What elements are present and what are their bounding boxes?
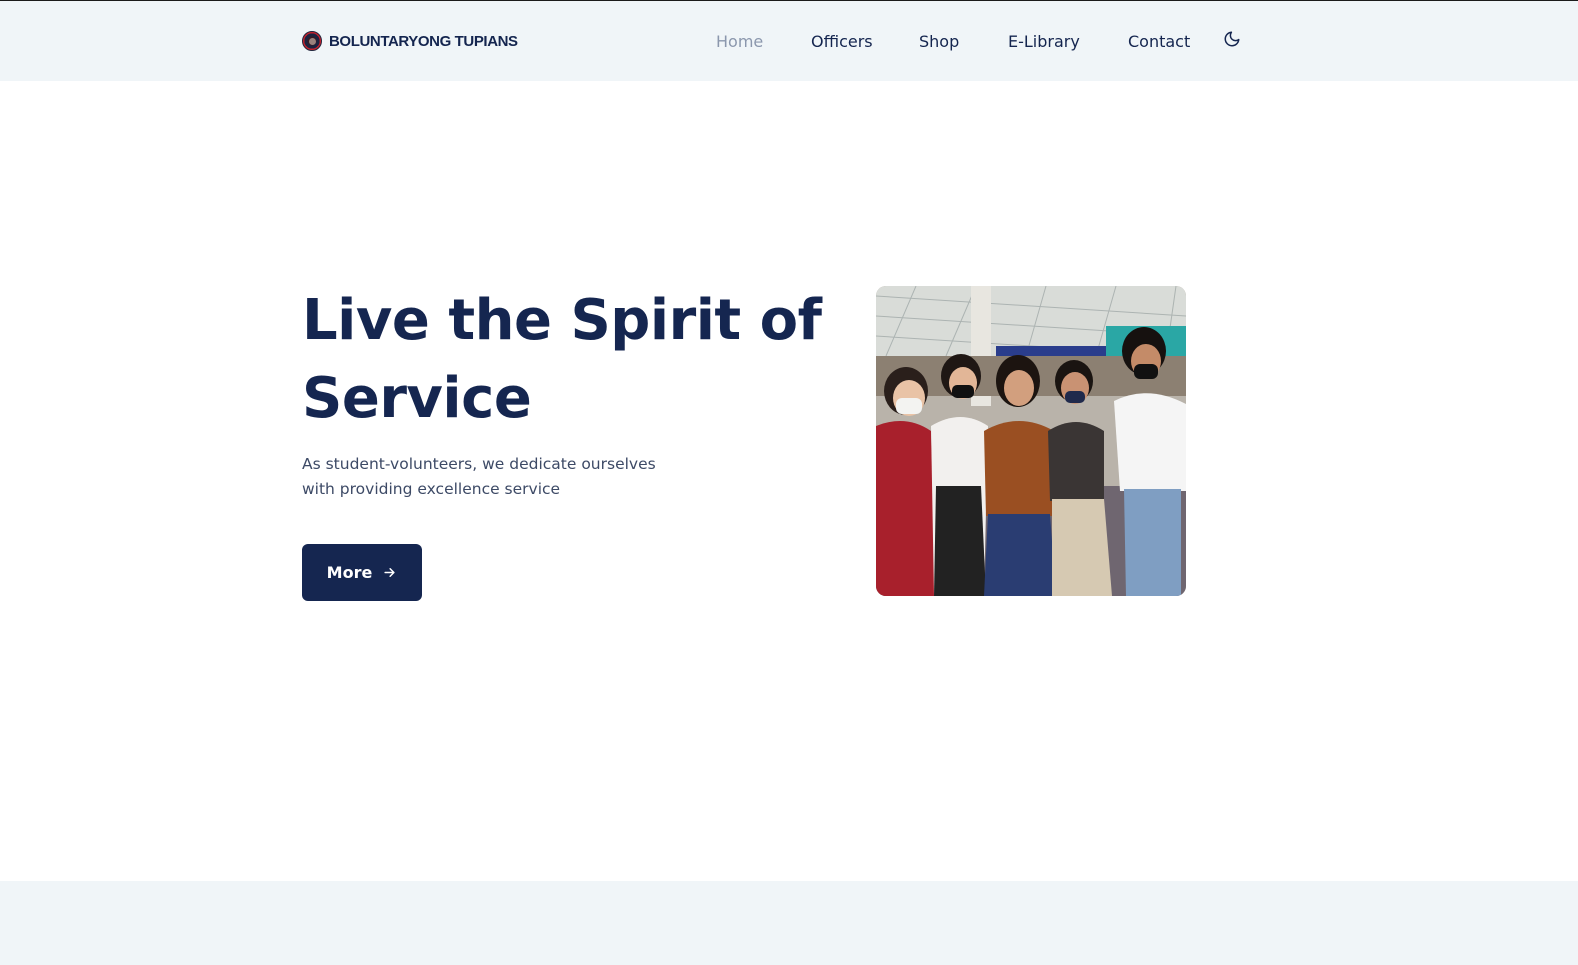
nav-item-contact[interactable]: Contact — [1128, 30, 1190, 54]
nav-item-officers[interactable]: Officers — [811, 30, 873, 54]
hero-subtitle-line2: with providing excellence service — [302, 480, 561, 498]
more-button-label: More — [326, 563, 373, 582]
nav-item-home[interactable]: Home — [716, 30, 763, 54]
next-section-band — [0, 881, 1578, 965]
group-photo-illustration — [876, 286, 1186, 596]
main-nav: Home Officers Shop E-Library Contact — [0, 30, 1578, 54]
nav-item-shop[interactable]: Shop — [919, 30, 959, 54]
hero-title: Live the Spirit of Service — [302, 282, 822, 438]
theme-toggle-button[interactable] — [1223, 30, 1241, 48]
hero-subtitle: As student-volunteers, we dedicate ourse… — [302, 452, 682, 502]
hero-group-photo — [876, 286, 1186, 596]
hero-title-line2: Service — [302, 366, 532, 431]
arrow-right-icon — [384, 568, 395, 577]
nav-item-e-library[interactable]: E-Library — [1008, 30, 1080, 54]
hero-subtitle-line1: As student-volunteers, we dedicate ourse… — [302, 455, 656, 473]
site-header: BOLUNTARYONG TUPIANS Home Officers Shop … — [0, 1, 1578, 81]
moon-icon — [1224, 31, 1240, 47]
hero-title-line1: Live the Spirit of — [302, 288, 822, 353]
more-button[interactable]: More — [302, 544, 422, 601]
